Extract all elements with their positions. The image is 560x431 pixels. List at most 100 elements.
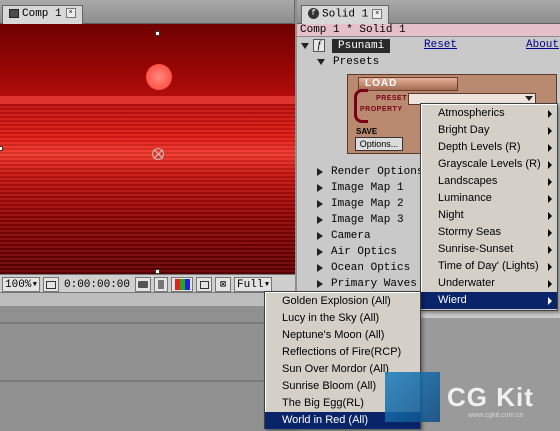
menu-item-golden-explosion[interactable]: Golden Explosion (All): [265, 293, 420, 310]
menu-item-time-of-day[interactable]: Time of Day' (Lights): [421, 258, 557, 275]
twirl-right-icon[interactable]: [317, 280, 323, 288]
zoom-value: 100%: [5, 278, 32, 291]
layer-handle-left[interactable]: [0, 146, 3, 151]
menu-item-sunrise-sunset[interactable]: Sunrise-Sunset: [421, 241, 557, 258]
menu-item-label: Wierd: [438, 294, 467, 306]
menu-item-label: Depth Levels (R): [438, 141, 521, 153]
chevron-down-icon: ▼: [264, 280, 270, 289]
menu-item-label: Landscapes: [438, 175, 498, 187]
menu-item-luminance[interactable]: Luminance: [421, 190, 557, 207]
watermark-logo: [385, 372, 440, 422]
submenu-arrow-icon: [548, 212, 552, 220]
twirl-right-icon[interactable]: [317, 232, 323, 240]
menu-item-underwater[interactable]: Underwater: [421, 275, 557, 292]
empty-panel: [0, 306, 295, 431]
comp-tab-label: Comp 1: [22, 8, 62, 20]
twirl-right-icon[interactable]: [317, 168, 323, 176]
comp-window: Comp 1 × 100% ▼ 0:00:00:00 ⊠ Full ▼: [0, 0, 295, 306]
save-label: SAVE: [356, 127, 378, 136]
effect-name[interactable]: Psunami: [332, 39, 391, 53]
presets-group[interactable]: Presets: [317, 54, 379, 70]
menu-item-depth-levels[interactable]: Depth Levels (R): [421, 139, 557, 156]
twirl-right-icon[interactable]: [317, 184, 323, 192]
twirl-right-icon[interactable]: [317, 200, 323, 208]
options-button[interactable]: Options...: [355, 137, 403, 151]
twirl-right-icon[interactable]: [317, 264, 323, 272]
group-camera[interactable]: Camera: [317, 228, 371, 244]
camera-icon[interactable]: [135, 277, 152, 292]
menu-item-atmospherics[interactable]: Atmospherics: [421, 105, 557, 122]
preset-label: PRESET: [376, 95, 408, 102]
menu-item-night[interactable]: Night: [421, 207, 557, 224]
comp-tab[interactable]: Comp 1 ×: [2, 5, 83, 24]
submenu-arrow-icon: [548, 280, 552, 288]
ocean-surface: [0, 104, 295, 274]
submenu-arrow-icon: [548, 144, 552, 152]
group-label: Camera: [331, 230, 371, 242]
menu-item-wierd[interactable]: Wierd: [421, 292, 557, 309]
anchor-point-icon[interactable]: [152, 148, 164, 160]
group-render-options[interactable]: Render Options: [317, 164, 423, 180]
load-button[interactable]: LOAD: [358, 77, 458, 91]
menu-item-stormy-seas[interactable]: Stormy Seas: [421, 224, 557, 241]
menu-item-label: Atmospherics: [438, 107, 505, 119]
channel-icon[interactable]: [154, 277, 169, 292]
twirl-right-icon[interactable]: [317, 216, 323, 224]
menu-item-label: Night: [438, 209, 464, 221]
submenu-arrow-icon: [548, 297, 552, 305]
comp-viewport[interactable]: [0, 24, 295, 274]
region-of-interest-icon[interactable]: [196, 277, 213, 292]
group-air-optics[interactable]: Air Optics: [317, 244, 397, 260]
effect-header: f Psunami Reset About: [297, 38, 560, 54]
zoom-select[interactable]: 100% ▼: [2, 277, 40, 292]
submenu-arrow-icon: [548, 229, 552, 237]
twirl-down-icon[interactable]: [317, 59, 325, 65]
comp-tabbar: Comp 1 ×: [0, 0, 294, 24]
group-label: Image Map 2: [331, 198, 404, 210]
rgb-channels-icon[interactable]: [171, 277, 194, 292]
watermark-text: CG Kit: [447, 382, 534, 412]
menu-item-reflections-of-fire[interactable]: Reflections of Fire(RCP): [265, 344, 420, 361]
fx-toggle[interactable]: f: [313, 39, 325, 52]
menu-item-label: Bright Day: [438, 124, 490, 136]
effect-controls-tab[interactable]: f Solid 1 ×: [301, 5, 390, 24]
time-ruler[interactable]: [0, 292, 280, 306]
group-image-map-2[interactable]: Image Map 2: [317, 196, 404, 212]
menu-item-landscapes[interactable]: Landscapes: [421, 173, 557, 190]
chevron-down-icon: [525, 96, 533, 101]
transparency-grid-icon[interactable]: ⊠: [215, 277, 232, 292]
menu-item-grayscale-levels[interactable]: Grayscale Levels (R): [421, 156, 557, 173]
twirl-right-icon[interactable]: [317, 248, 323, 256]
reset-link[interactable]: Reset: [424, 39, 457, 51]
layer-handle-top[interactable]: [155, 31, 160, 36]
submenu-arrow-icon: [548, 246, 552, 254]
group-label: Air Optics: [331, 246, 398, 258]
group-label: Primary Waves: [331, 278, 417, 290]
group-label: Image Map 3: [331, 214, 404, 226]
menu-item-neptunes-moon[interactable]: Neptune's Moon (All): [265, 327, 420, 344]
close-icon[interactable]: ×: [65, 8, 76, 19]
safe-zones-icon[interactable]: [43, 277, 59, 292]
watermark-url: www.cgkit.com.cn: [468, 412, 524, 419]
group-ocean-optics[interactable]: Ocean Optics: [317, 260, 410, 276]
group-label: Ocean Optics: [331, 262, 411, 274]
submenu-arrow-icon: [548, 178, 552, 186]
chevron-down-icon: ▼: [32, 280, 37, 289]
resolution-select[interactable]: Full ▼: [234, 277, 273, 292]
presets-label: Presets: [333, 56, 380, 68]
composition-icon: [9, 8, 19, 18]
group-label: Image Map 1: [331, 182, 404, 194]
group-image-map-3[interactable]: Image Map 3: [317, 212, 404, 228]
menu-item-lucy-in-the-sky[interactable]: Lucy in the Sky (All): [265, 310, 420, 327]
close-icon[interactable]: ×: [372, 8, 383, 19]
menu-item-bright-day[interactable]: Bright Day: [421, 122, 557, 139]
preset-menu: Atmospherics Bright Day Depth Levels (R)…: [420, 103, 558, 311]
about-link[interactable]: About: [526, 39, 559, 51]
twirl-down-icon[interactable]: [301, 43, 309, 49]
horizon-glow: [0, 96, 295, 104]
effect-controls-tabbar: f Solid 1 ×: [297, 0, 560, 24]
timecode-display[interactable]: 0:00:00:00: [62, 279, 132, 291]
group-image-map-1[interactable]: Image Map 1: [317, 180, 404, 196]
submenu-arrow-icon: [548, 161, 552, 169]
group-primary-waves[interactable]: Primary Waves: [317, 276, 417, 292]
